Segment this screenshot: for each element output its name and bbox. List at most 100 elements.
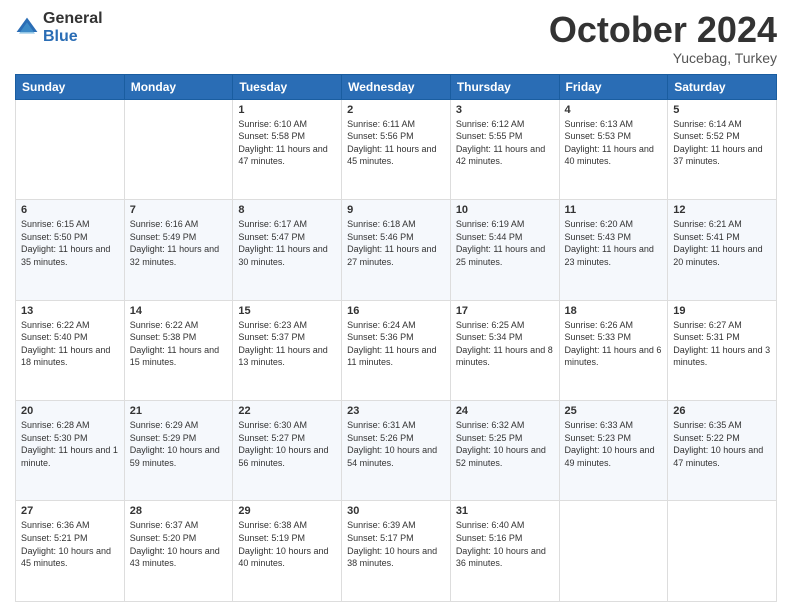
day-number: 26 (673, 405, 771, 417)
table-row (559, 501, 668, 602)
calendar-week-row: 27 Sunrise: 6:36 AMSunset: 5:21 PMDayligh… (16, 501, 777, 602)
day-number: 21 (130, 405, 228, 417)
col-monday: Monday (124, 74, 233, 99)
logo: General Blue (15, 10, 103, 45)
logo-icon (15, 16, 39, 40)
day-number: 10 (456, 204, 554, 216)
table-row: 11 Sunrise: 6:20 AMSunset: 5:43 PMDayligh… (559, 200, 668, 300)
cell-text: Sunrise: 6:17 AMSunset: 5:47 PMDaylight:… (238, 219, 327, 267)
cell-text: Sunrise: 6:18 AMSunset: 5:46 PMDaylight:… (347, 219, 436, 267)
day-number: 23 (347, 405, 445, 417)
cell-text: Sunrise: 6:33 AMSunset: 5:23 PMDaylight:… (565, 420, 655, 468)
day-number: 12 (673, 204, 771, 216)
cell-text: Sunrise: 6:38 AMSunset: 5:19 PMDaylight:… (238, 520, 328, 568)
day-number: 31 (456, 505, 554, 517)
day-number: 24 (456, 405, 554, 417)
cell-text: Sunrise: 6:30 AMSunset: 5:27 PMDaylight:… (238, 420, 328, 468)
day-number: 5 (673, 104, 771, 116)
cell-text: Sunrise: 6:36 AMSunset: 5:21 PMDaylight:… (21, 520, 111, 568)
calendar-week-row: 13 Sunrise: 6:22 AMSunset: 5:40 PMDayligh… (16, 300, 777, 400)
cell-text: Sunrise: 6:22 AMSunset: 5:38 PMDaylight:… (130, 320, 219, 368)
cell-text: Sunrise: 6:32 AMSunset: 5:25 PMDaylight:… (456, 420, 546, 468)
table-row: 3 Sunrise: 6:12 AMSunset: 5:55 PMDaylight… (450, 99, 559, 199)
col-wednesday: Wednesday (342, 74, 451, 99)
table-row: 20Sunrise: 6:28 AMSunset: 5:30 PMDayligh… (16, 401, 125, 501)
col-friday: Friday (559, 74, 668, 99)
day-number: 17 (456, 305, 554, 317)
day-number: 15 (238, 305, 336, 317)
cell-text: Sunrise: 6:37 AMSunset: 5:20 PMDaylight:… (130, 520, 220, 568)
title-block: October 2024 Yucebag, Turkey (549, 10, 777, 66)
table-row: 5 Sunrise: 6:14 AMSunset: 5:52 PMDaylight… (668, 99, 777, 199)
day-number: 27 (21, 505, 119, 517)
cell-text: Sunrise: 6:23 AMSunset: 5:37 PMDaylight:… (238, 320, 327, 368)
table-row: 1Sunrise: 6:10 AMSunset: 5:58 PMDaylight… (233, 99, 342, 199)
table-row: 16 Sunrise: 6:24 AMSunset: 5:36 PMDayligh… (342, 300, 451, 400)
cell-text: Sunrise: 6:13 AMSunset: 5:53 PMDaylight:… (565, 119, 654, 167)
calendar-week-row: 1Sunrise: 6:10 AMSunset: 5:58 PMDaylight… (16, 99, 777, 199)
day-number: 9 (347, 204, 445, 216)
cell-text: Sunrise: 6:12 AMSunset: 5:55 PMDaylight:… (456, 119, 545, 167)
table-row (668, 501, 777, 602)
cell-text: Sunrise: 6:22 AMSunset: 5:40 PMDaylight:… (21, 320, 110, 368)
cell-text: Sunrise: 6:28 AMSunset: 5:30 PMDaylight:… (21, 420, 118, 468)
page: General Blue October 2024 Yucebag, Turke… (0, 0, 792, 612)
day-number: 7 (130, 204, 228, 216)
table-row: 27 Sunrise: 6:36 AMSunset: 5:21 PMDayligh… (16, 501, 125, 602)
calendar-week-row: 6 Sunrise: 6:15 AMSunset: 5:50 PMDaylight… (16, 200, 777, 300)
cell-text: Sunrise: 6:14 AMSunset: 5:52 PMDaylight:… (673, 119, 762, 167)
day-number: 30 (347, 505, 445, 517)
day-number: 18 (565, 305, 663, 317)
calendar-table: Sunday Monday Tuesday Wednesday Thursday… (15, 74, 777, 602)
cell-text: Sunrise: 6:19 AMSunset: 5:44 PMDaylight:… (456, 219, 545, 267)
day-number: 6 (21, 204, 119, 216)
table-row: 22 Sunrise: 6:30 AMSunset: 5:27 PMDayligh… (233, 401, 342, 501)
cell-text: Sunrise: 6:26 AMSunset: 5:33 PMDaylight:… (565, 320, 662, 368)
cell-text: Sunrise: 6:39 AMSunset: 5:17 PMDaylight:… (347, 520, 437, 568)
day-number: 16 (347, 305, 445, 317)
day-number: 3 (456, 104, 554, 116)
day-number: 4 (565, 104, 663, 116)
month-title: October 2024 (549, 10, 777, 50)
table-row: 29 Sunrise: 6:38 AMSunset: 5:19 PMDayligh… (233, 501, 342, 602)
table-row: 12Sunrise: 6:21 AMSunset: 5:41 PMDayligh… (668, 200, 777, 300)
header: General Blue October 2024 Yucebag, Turke… (15, 10, 777, 66)
day-number: 29 (238, 505, 336, 517)
cell-text: Sunrise: 6:31 AMSunset: 5:26 PMDaylight:… (347, 420, 437, 468)
cell-text: Sunrise: 6:11 AMSunset: 5:56 PMDaylight:… (347, 119, 436, 167)
day-number: 13 (21, 305, 119, 317)
cell-text: Sunrise: 6:20 AMSunset: 5:43 PMDaylight:… (565, 219, 654, 267)
cell-text: Sunrise: 6:16 AMSunset: 5:49 PMDaylight:… (130, 219, 219, 267)
cell-text: Sunrise: 6:15 AMSunset: 5:50 PMDaylight:… (21, 219, 110, 267)
cell-text: Sunrise: 6:10 AMSunset: 5:58 PMDaylight:… (238, 119, 327, 167)
table-row: 4 Sunrise: 6:13 AMSunset: 5:53 PMDaylight… (559, 99, 668, 199)
calendar-week-row: 20Sunrise: 6:28 AMSunset: 5:30 PMDayligh… (16, 401, 777, 501)
calendar-header-row: Sunday Monday Tuesday Wednesday Thursday… (16, 74, 777, 99)
cell-text: Sunrise: 6:24 AMSunset: 5:36 PMDaylight:… (347, 320, 436, 368)
cell-text: Sunrise: 6:40 AMSunset: 5:16 PMDaylight:… (456, 520, 546, 568)
table-row: 19Sunrise: 6:27 AMSunset: 5:31 PMDayligh… (668, 300, 777, 400)
day-number: 8 (238, 204, 336, 216)
day-number: 22 (238, 405, 336, 417)
cell-text: Sunrise: 6:35 AMSunset: 5:22 PMDaylight:… (673, 420, 763, 468)
day-number: 28 (130, 505, 228, 517)
col-saturday: Saturday (668, 74, 777, 99)
table-row: 15 Sunrise: 6:23 AMSunset: 5:37 PMDayligh… (233, 300, 342, 400)
table-row: 24 Sunrise: 6:32 AMSunset: 5:25 PMDayligh… (450, 401, 559, 501)
col-tuesday: Tuesday (233, 74, 342, 99)
logo-blue: Blue (43, 28, 103, 46)
day-number: 25 (565, 405, 663, 417)
table-row: 2 Sunrise: 6:11 AMSunset: 5:56 PMDaylight… (342, 99, 451, 199)
cell-text: Sunrise: 6:29 AMSunset: 5:29 PMDaylight:… (130, 420, 220, 468)
table-row: 9 Sunrise: 6:18 AMSunset: 5:46 PMDaylight… (342, 200, 451, 300)
table-row (16, 99, 125, 199)
location-subtitle: Yucebag, Turkey (549, 50, 777, 66)
day-number: 2 (347, 104, 445, 116)
table-row: 7 Sunrise: 6:16 AMSunset: 5:49 PMDaylight… (124, 200, 233, 300)
table-row: 8 Sunrise: 6:17 AMSunset: 5:47 PMDaylight… (233, 200, 342, 300)
table-row (124, 99, 233, 199)
day-number: 19 (673, 305, 771, 317)
table-row: 23 Sunrise: 6:31 AMSunset: 5:26 PMDayligh… (342, 401, 451, 501)
table-row: 6 Sunrise: 6:15 AMSunset: 5:50 PMDaylight… (16, 200, 125, 300)
day-number: 11 (565, 204, 663, 216)
